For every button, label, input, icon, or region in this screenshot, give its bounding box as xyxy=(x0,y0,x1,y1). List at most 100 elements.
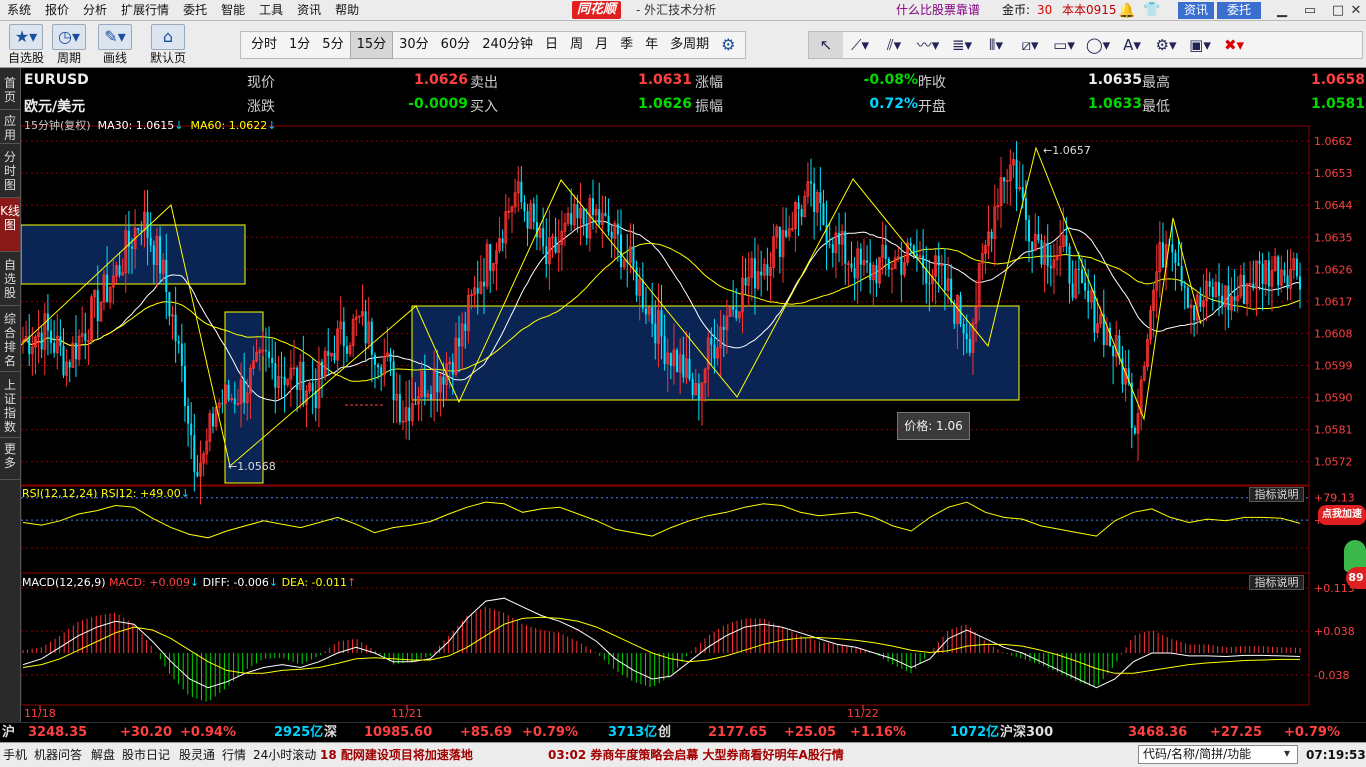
search-input[interactable]: 代码/名称/简拼/功能 xyxy=(1138,745,1298,764)
line-segment-icon[interactable]: ⟋▾ xyxy=(843,32,877,58)
ellipse-icon[interactable]: ◯▾ xyxy=(1081,32,1115,58)
tab-kline[interactable]: K线图 xyxy=(0,198,20,252)
tab-watchlist[interactable]: 自选股 xyxy=(0,252,20,306)
save-drawing-icon[interactable]: ▣▾ xyxy=(1183,32,1217,58)
menu-help[interactable]: 帮助 xyxy=(328,0,366,21)
news-ticker-1[interactable]: 18 配网建设项目将加速落地 xyxy=(320,743,473,767)
menu-system[interactable]: 系统 xyxy=(0,0,38,21)
candle-body xyxy=(50,330,53,343)
trade-button[interactable]: 委托 xyxy=(1217,2,1261,19)
tab-apps[interactable]: 应用 xyxy=(0,110,20,144)
gear-icon[interactable]: ⚙ xyxy=(715,32,741,58)
candle-body xyxy=(610,231,613,239)
period-60min[interactable]: 60分 xyxy=(435,32,477,58)
candle-body xyxy=(800,209,803,217)
bottom-mobile[interactable]: 手机 xyxy=(3,743,27,767)
cy-index[interactable]: 2177.65 xyxy=(708,724,767,742)
bottom-robot-qa[interactable]: 机器问答 xyxy=(34,743,82,767)
period-button[interactable]: ◷▾ 周期 xyxy=(52,24,86,66)
minimize-icon[interactable]: ▁ xyxy=(1271,2,1293,19)
speed-up-badge[interactable]: 点我加速 xyxy=(1318,505,1366,525)
value-low: 1.0581 xyxy=(1310,96,1365,112)
close-icon[interactable]: ✕ xyxy=(1345,2,1366,19)
search-dropdown-icon[interactable]: ▾ xyxy=(1284,746,1290,760)
bottom-analysis[interactable]: 解盘 xyxy=(91,743,115,767)
candle-body xyxy=(598,209,601,225)
watchlist-button[interactable]: ★▾ 自选股 xyxy=(8,24,44,66)
info-button[interactable]: 资讯 xyxy=(1178,2,1214,19)
candle-body xyxy=(62,346,65,376)
news-ticker-2[interactable]: 03:02 券商年度策略会启幕 大型券商看好明年A股行情 xyxy=(548,743,844,767)
wave-line-icon[interactable]: 〰▾ xyxy=(911,32,945,58)
sz-index[interactable]: 10985.60 xyxy=(364,724,432,742)
hs300-change: +27.25 xyxy=(1210,725,1263,740)
candle-body xyxy=(676,349,679,373)
candle-body xyxy=(1261,263,1264,284)
notification-badge[interactable]: 89 xyxy=(1346,567,1366,589)
delete-icon[interactable]: ✖▾ xyxy=(1217,32,1251,58)
period-30min[interactable]: 30分 xyxy=(393,32,435,58)
rsi-help-button[interactable]: 指标说明 xyxy=(1249,487,1304,502)
period-month[interactable]: 月 xyxy=(589,32,614,58)
tab-sh-index[interactable]: 上证指数 xyxy=(0,372,20,438)
macd-help-button[interactable]: 指标说明 xyxy=(1249,575,1304,590)
period-intraday[interactable]: 分时 xyxy=(245,32,283,58)
candle-body xyxy=(408,407,411,421)
tab-intraday[interactable]: 分时图 xyxy=(0,144,20,198)
candle-body xyxy=(243,380,246,403)
period-multi[interactable]: 多周期 xyxy=(664,32,715,58)
text-icon[interactable]: A▾ xyxy=(1115,32,1149,58)
promo-link[interactable]: 什么比股票靠谱 xyxy=(896,0,980,21)
candle-body xyxy=(859,248,862,265)
price-tick: 1.0662 xyxy=(1314,135,1353,148)
candle-body xyxy=(520,181,523,203)
cursor-icon[interactable]: ↖ xyxy=(809,32,843,58)
parallel-line-icon[interactable]: ⫽▾ xyxy=(877,32,911,58)
channel-icon[interactable]: ⧄▾ xyxy=(1013,32,1047,58)
price-tooltip: 价格: 1.06 xyxy=(897,412,970,440)
default-page-button[interactable]: ⌂ 默认页 xyxy=(150,24,186,66)
sz-label: 深 xyxy=(324,725,338,740)
candle-body xyxy=(1233,296,1236,301)
period-week[interactable]: 周 xyxy=(564,32,589,58)
tab-ranking[interactable]: 综合排名 xyxy=(0,306,20,372)
account-name[interactable]: 本本0915 xyxy=(1062,0,1117,21)
bottom-stock-genie[interactable]: 股灵通 xyxy=(179,743,215,767)
period-5min[interactable]: 5分 xyxy=(316,32,349,58)
menu-news[interactable]: 资讯 xyxy=(290,0,328,21)
draw-line-button[interactable]: ✎▾ 画线 xyxy=(98,24,132,66)
candle-body xyxy=(853,268,856,279)
fibonacci-icon[interactable]: ≣▾ xyxy=(945,32,979,58)
menu-tools[interactable]: 工具 xyxy=(252,0,290,21)
period-1min[interactable]: 1分 xyxy=(283,32,316,58)
shirt-icon[interactable]: 👕 xyxy=(1143,2,1160,18)
bottom-quotes[interactable]: 行情 xyxy=(222,743,246,767)
candle-body xyxy=(760,271,763,276)
period-240min[interactable]: 240分钟 xyxy=(476,32,539,58)
bell-icon[interactable]: 🔔 xyxy=(1118,3,1135,19)
bottom-diary[interactable]: 股市日记 xyxy=(122,743,170,767)
menu-smart[interactable]: 智能 xyxy=(214,0,252,21)
menu-quote[interactable]: 报价 xyxy=(38,0,76,21)
tab-more[interactable]: 更多 xyxy=(0,438,20,480)
menu-extended-quotes[interactable]: 扩展行情 xyxy=(114,0,176,21)
settings-icon[interactable]: ⚙▾ xyxy=(1149,32,1183,58)
period-lines-icon[interactable]: ⦀▾ xyxy=(979,32,1013,58)
pencil-icon: ✎▾ xyxy=(98,24,132,50)
menu-analysis[interactable]: 分析 xyxy=(76,0,114,21)
chart-area[interactable]: ←1.0657←1.0568 1.06621.06531.06441.06351… xyxy=(21,68,1366,722)
restore-icon[interactable]: ▭ xyxy=(1299,2,1321,19)
period-quarter[interactable]: 季 xyxy=(614,32,639,58)
bottom-24h-scroll[interactable]: 24小时滚动 xyxy=(253,743,316,767)
period-15min[interactable]: 15分 xyxy=(349,31,394,59)
period-day[interactable]: 日 xyxy=(539,32,564,58)
candle-body xyxy=(106,274,109,303)
tab-home[interactable]: 首页 xyxy=(0,68,20,110)
hs300-index[interactable]: 3468.36 xyxy=(1128,724,1187,742)
date-tick: 11/21 xyxy=(391,707,423,720)
period-year[interactable]: 年 xyxy=(639,32,664,58)
sh-index[interactable]: 3248.35 xyxy=(28,724,87,742)
rectangle-icon[interactable]: ▭▾ xyxy=(1047,32,1081,58)
sh-amount: 2925亿 xyxy=(274,725,324,740)
menu-trade[interactable]: 委托 xyxy=(176,0,214,21)
